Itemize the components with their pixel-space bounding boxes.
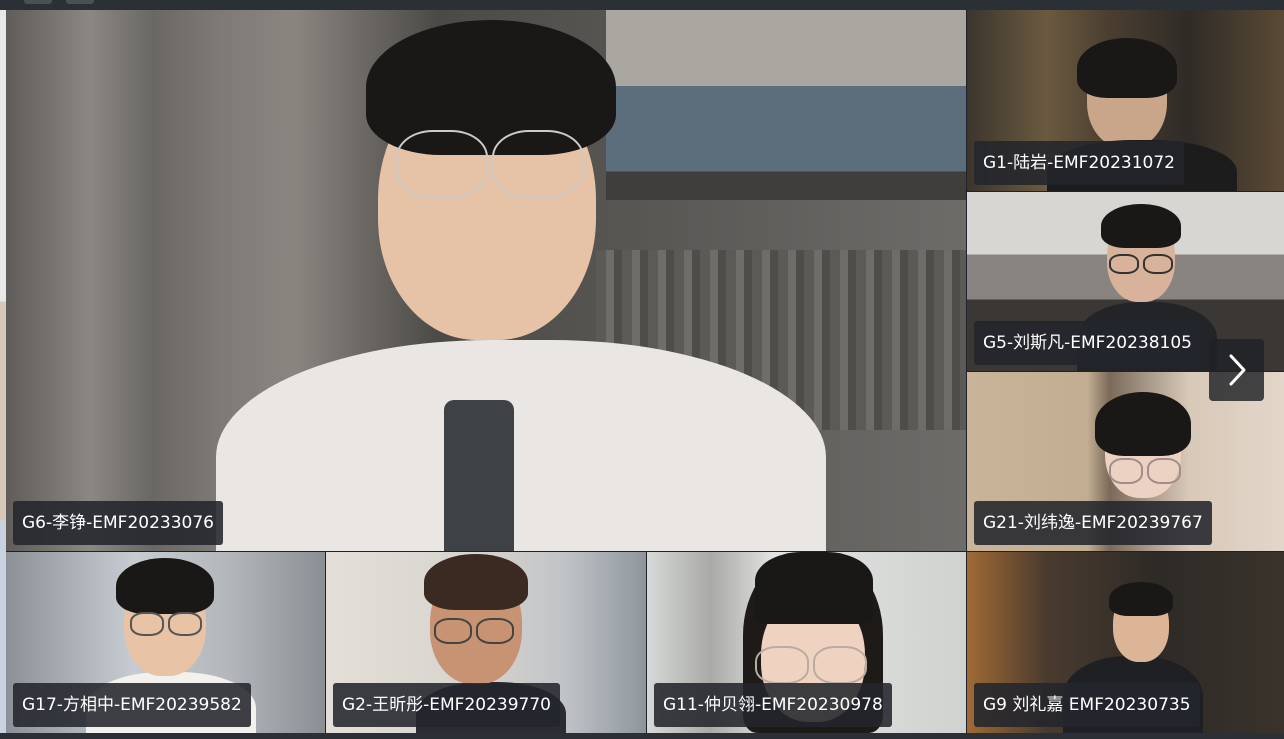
participant-tile-g9[interactable]: G9 刘礼嘉 EMF20230735 [967, 552, 1284, 733]
participant-hair [1101, 204, 1181, 248]
participant-hair [424, 554, 528, 610]
chevron-right-icon [1229, 354, 1245, 386]
participant-bangs [755, 552, 873, 624]
participant-tile-g1[interactable]: G1-陆岩-EMF20231072 [967, 10, 1284, 191]
bedding [606, 10, 966, 200]
participant-glasses [130, 612, 202, 636]
participant-name-label: G1-陆岩-EMF20231072 [974, 141, 1184, 185]
participant-hair [1109, 582, 1173, 616]
participant-hair [1095, 392, 1191, 456]
window-bottom-bar [0, 733, 1284, 739]
participant-hair [1077, 38, 1177, 98]
next-page-button[interactable] [1209, 339, 1264, 401]
participant-hair [116, 558, 214, 614]
participant-name-label: G17-方相中-EMF20239582 [13, 683, 251, 727]
participant-name-label: G11-仲贝翎-EMF20230978 [654, 683, 892, 727]
main-video-tile[interactable]: G6-李铮-EMF20233076 [6, 10, 966, 551]
window-top-bar [0, 0, 1284, 10]
participant-glasses [755, 646, 867, 684]
participant-name-label: G2-王昕彤-EMF20239770 [333, 683, 560, 727]
speaker-shirt [216, 340, 826, 551]
participant-name-label: G5-刘斯凡-EMF20238105 [974, 321, 1201, 365]
participant-name-label: G9 刘礼嘉 EMF20230735 [974, 683, 1200, 727]
speaker-glasses [396, 130, 584, 198]
participant-glasses [1109, 458, 1181, 484]
toolbar-button[interactable] [24, 0, 52, 4]
participant-glasses [434, 618, 514, 644]
speaker-tie [444, 400, 514, 551]
toolbar-button[interactable] [66, 0, 94, 4]
curtain [6, 10, 216, 551]
participant-tile-g17[interactable]: G17-方相中-EMF20239582 [6, 552, 325, 733]
participant-name-label: G6-李铮-EMF20233076 [13, 501, 223, 545]
participant-glasses [1109, 254, 1173, 274]
participant-tile-g11[interactable]: G11-仲贝翎-EMF20230978 [647, 552, 966, 733]
participant-tile-g2[interactable]: G2-王昕彤-EMF20239770 [326, 552, 646, 733]
participant-name-label: G21-刘纬逸-EMF20239767 [974, 501, 1212, 545]
